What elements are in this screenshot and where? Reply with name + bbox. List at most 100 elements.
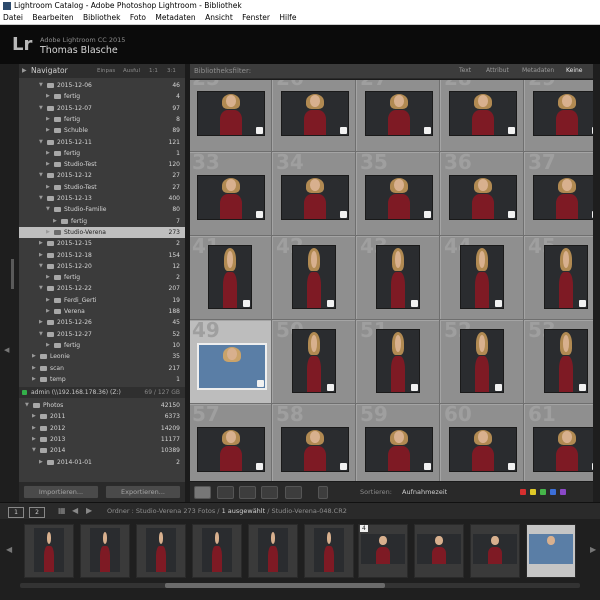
disclosure-open-icon[interactable]: ▼ <box>32 445 36 456</box>
disclosure-closed-icon[interactable]: ▶ <box>32 363 36 374</box>
folder-row[interactable]: ▶ Ferdi_Gerti 19 <box>19 295 185 306</box>
right-panel-edge[interactable] <box>593 64 600 502</box>
photo-thumbnail[interactable] <box>460 329 504 393</box>
people-view-icon[interactable] <box>285 486 302 499</box>
thumbnail-cell[interactable]: 29 <box>524 80 593 152</box>
thumbnail-cell[interactable]: 35 <box>356 152 440 236</box>
disclosure-closed-icon[interactable]: ▶ <box>46 159 50 170</box>
folder-row[interactable]: ▶ Verena 188 <box>19 306 185 317</box>
disclosure-closed-icon[interactable]: ▶ <box>46 227 50 238</box>
disclosure-open-icon[interactable]: ▼ <box>39 329 43 340</box>
folder-row[interactable]: ▶ temp 1 <box>19 374 185 385</box>
import-button[interactable]: Importieren... <box>23 485 99 499</box>
disclosure-open-icon[interactable]: ▼ <box>39 103 43 114</box>
folder-row[interactable]: ▶ 2015-12-18 154 <box>19 250 185 261</box>
thumbnail-cell[interactable]: 53 <box>524 320 593 404</box>
disclosure-closed-icon[interactable]: ▶ <box>32 411 36 422</box>
folder-row[interactable]: ▶ Studio-Verena 273 <box>19 226 185 238</box>
disclosure-closed-icon[interactable]: ▶ <box>53 216 57 227</box>
disclosure-open-icon[interactable]: ▼ <box>39 283 43 294</box>
thumbnail-cell[interactable]: 44 <box>440 236 524 320</box>
folder-row[interactable]: ▼ 2015-12-27 52 <box>19 329 185 340</box>
folder-row[interactable]: ▼ 2015-12-20 12 <box>19 261 185 272</box>
label-purple[interactable] <box>560 489 566 495</box>
label-red[interactable] <box>520 489 526 495</box>
thumbnail-cell[interactable]: 49 <box>190 320 272 404</box>
folder-row[interactable]: ▶ fertig 1 <box>19 148 185 159</box>
disclosure-open-icon[interactable]: ▼ <box>25 400 29 411</box>
photo-thumbnail[interactable] <box>449 91 517 136</box>
thumbnail-cell[interactable]: 25 <box>190 80 272 152</box>
filmstrip-prev-icon[interactable]: ◀ <box>6 545 12 554</box>
thumbnail-cell[interactable]: 51 <box>356 320 440 404</box>
folder-row[interactable]: ▶ fertig 2 <box>19 272 185 283</box>
painter-icon[interactable] <box>318 486 328 499</box>
thumbnail-cell[interactable]: 27 <box>356 80 440 152</box>
back-arrow-icon[interactable]: ◀ <box>72 506 78 515</box>
folder-row[interactable]: ▼ 2015-12-12 27 <box>19 170 185 181</box>
grid-small-icon[interactable]: ▦ <box>58 506 66 515</box>
filter-text[interactable]: Text <box>459 64 471 78</box>
expand-triangle-icon[interactable]: ▶ <box>22 64 27 78</box>
disclosure-closed-icon[interactable]: ▶ <box>46 340 50 351</box>
disclosure-closed-icon[interactable]: ▶ <box>46 306 50 317</box>
thumbnail-cell[interactable]: 50 <box>272 320 356 404</box>
menu-fenster[interactable]: Fenster <box>242 12 270 24</box>
disclosure-closed-icon[interactable]: ▶ <box>32 351 36 362</box>
folder-row[interactable]: ▼ 2015-12-22 207 <box>19 283 185 294</box>
photo-thumbnail[interactable] <box>365 427 433 472</box>
folder-row[interactable]: ▼ 2015-12-13 400 <box>19 193 185 204</box>
export-button[interactable]: Exportieren... <box>105 485 181 499</box>
folder-row[interactable]: ▶ Studio-Test 27 <box>19 182 185 193</box>
folder-row[interactable]: ▶ Schuble 89 <box>19 125 185 136</box>
photo-thumbnail[interactable] <box>281 91 349 136</box>
sort-dropdown[interactable]: Aufnahmezeit <box>402 482 447 503</box>
zoom-fill[interactable]: Ausful <box>123 64 140 78</box>
menu-datei[interactable]: Datei <box>3 12 23 24</box>
filmstrip-scrollbar[interactable] <box>165 583 385 588</box>
disclosure-closed-icon[interactable]: ▶ <box>32 434 36 445</box>
menu-hilfe[interactable]: Hilfe <box>279 12 296 24</box>
thumbnail-cell[interactable]: 45 <box>524 236 593 320</box>
loupe-view-icon[interactable] <box>217 486 234 499</box>
filmstrip-thumbnail[interactable] <box>248 524 298 578</box>
thumbnail-cell[interactable]: 52 <box>440 320 524 404</box>
thumbnail-cell[interactable]: 42 <box>272 236 356 320</box>
disclosure-closed-icon[interactable]: ▶ <box>39 238 43 249</box>
folder-row[interactable]: ▶ fertig 8 <box>19 114 185 125</box>
photo-thumbnail[interactable] <box>197 175 265 220</box>
thumbnail-cell[interactable]: 28 <box>440 80 524 152</box>
disclosure-closed-icon[interactable]: ▶ <box>46 148 50 159</box>
disclosure-closed-icon[interactable]: ▶ <box>46 272 50 283</box>
folder-row[interactable]: ▼ Studio-Familie 80 <box>19 204 185 215</box>
disclosure-open-icon[interactable]: ▼ <box>39 261 43 272</box>
disclosure-open-icon[interactable]: ▼ <box>39 137 43 148</box>
filmstrip-next-icon[interactable]: ▶ <box>590 545 596 554</box>
disclosure-closed-icon[interactable]: ▶ <box>46 182 50 193</box>
zoom-3-1[interactable]: 3:1 <box>167 64 176 78</box>
photo-thumbnail[interactable] <box>533 427 593 472</box>
thumbnail-cell[interactable]: 58 <box>272 404 356 481</box>
thumbnail-cell[interactable]: 34 <box>272 152 356 236</box>
folder-row[interactable]: ▶ 2013 11177 <box>19 434 185 445</box>
folder-row[interactable]: ▼ 2015-12-11 121 <box>19 137 185 148</box>
thumbnail-cell[interactable]: 61 <box>524 404 593 481</box>
thumbnail-cell[interactable]: 33 <box>190 152 272 236</box>
monitor-1-button[interactable]: 1 <box>8 507 24 518</box>
photo-thumbnail[interactable] <box>449 175 517 220</box>
filmstrip-thumbnail[interactable] <box>136 524 186 578</box>
folder-row[interactable]: ▶ fertig 7 <box>19 216 185 227</box>
forward-arrow-icon[interactable]: ▶ <box>86 506 92 515</box>
filter-metadata[interactable]: Metadaten <box>522 64 554 78</box>
folder-row[interactable]: ▶ 2012 14209 <box>19 423 185 434</box>
thumbnail-cell[interactable]: 41 <box>190 236 272 320</box>
folder-row[interactable]: ▼ 2014 10389 <box>19 445 185 456</box>
disclosure-closed-icon[interactable]: ▶ <box>39 317 43 328</box>
volume-row[interactable]: admin (\\192.168.178.36) (Z:) 69 / 127 GB <box>19 387 185 399</box>
filmstrip-thumbnail[interactable] <box>526 524 576 578</box>
disclosure-closed-icon[interactable]: ▶ <box>46 295 50 306</box>
photo-thumbnail[interactable] <box>292 245 336 309</box>
thumbnail-cell[interactable]: 57 <box>190 404 272 481</box>
filter-attribute[interactable]: Attribut <box>486 64 509 78</box>
disclosure-open-icon[interactable]: ▼ <box>39 193 43 204</box>
